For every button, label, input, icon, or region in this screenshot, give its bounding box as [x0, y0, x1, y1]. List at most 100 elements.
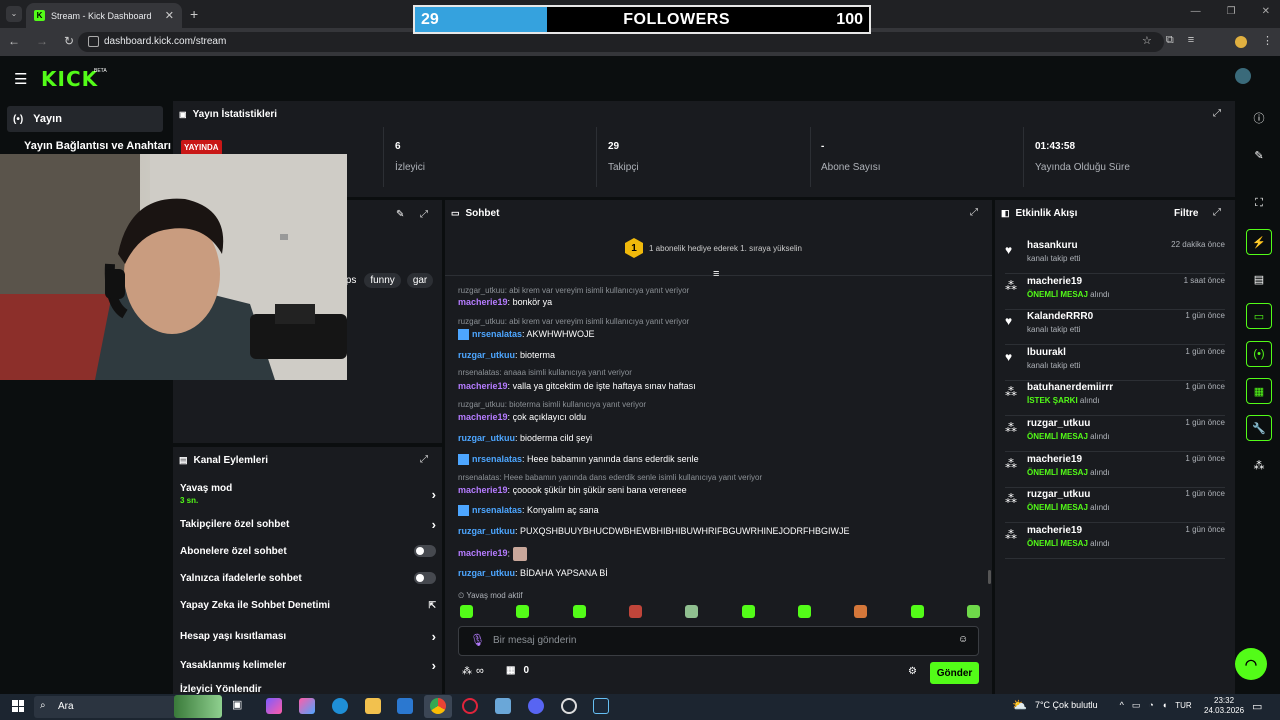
notes-icon[interactable]: ▤: [1246, 266, 1272, 292]
wrench-icon[interactable]: 🔧: [1246, 415, 1272, 441]
chat-username[interactable]: nrsenalatas: [472, 454, 522, 464]
emote-button[interactable]: [741, 605, 755, 618]
account-age-row[interactable]: Hesap yaşı kısıtlaması ›: [180, 629, 436, 644]
close-tab-icon[interactable]: ✕: [165, 9, 174, 22]
activity-item[interactable]: ⁂ ruzgar_utkuu ÖNEMLİ MESAJ alındı 1 gün ön…: [1005, 487, 1225, 524]
activity-item[interactable]: ⁂ batuhanerdemiirrr İSTEK ŞARKI alındı 1 gü…: [1005, 380, 1225, 417]
tray-chevron-icon[interactable]: ^: [1120, 700, 1124, 710]
broadcast-icon[interactable]: (•): [1246, 341, 1272, 367]
expand-icon[interactable]: ⤢: [1213, 108, 1221, 119]
activity-item[interactable]: ♥ hasankuru kanalı takip etti 22 dakika önc…: [1005, 238, 1225, 274]
expand-icon[interactable]: ⤢: [420, 209, 428, 220]
reading-list-icon[interactable]: ≡: [1188, 34, 1194, 47]
back-icon[interactable]: ←: [8, 34, 20, 48]
chat-icon[interactable]: ▭: [1246, 303, 1272, 329]
reload-icon[interactable]: ↻: [64, 34, 74, 48]
copilot-icon[interactable]: [266, 698, 282, 714]
extensions-icon[interactable]: ⧉: [1166, 34, 1174, 47]
edit-icon[interactable]: ✎: [396, 209, 404, 220]
expand-icon[interactable]: ⤢: [420, 454, 428, 465]
chat-username[interactable]: macherie19: [458, 297, 508, 307]
browser-menu-icon[interactable]: ⋮: [1262, 34, 1273, 47]
language-indicator[interactable]: TUR: [1175, 701, 1191, 710]
lightning-icon[interactable]: ⚡: [1246, 229, 1272, 255]
info-icon[interactable]: ⓘ: [1246, 105, 1272, 131]
chat-username[interactable]: macherie19: [458, 381, 508, 391]
emotes-only-toggle[interactable]: [414, 572, 436, 584]
emote-button[interactable]: [797, 605, 811, 618]
points-icon[interactable]: ⁂: [1246, 452, 1272, 478]
chat-username[interactable]: ruzgar_utkuu: [458, 433, 515, 443]
tab-search-button[interactable]: ⌄: [6, 6, 22, 22]
activity-item[interactable]: ⁂ macherie19 ÖNEMLİ MESAJ alındı 1 gün önce: [1005, 523, 1225, 559]
reply-context[interactable]: nrsenalatas: Heee babamın yanında dans e…: [458, 473, 762, 482]
mail-icon[interactable]: [397, 698, 413, 714]
chat-input[interactable]: Bir mesaj gönderin: [458, 626, 979, 656]
chat-username[interactable]: macherie19: [458, 485, 508, 495]
activity-item[interactable]: ⁂ macherie19 ÖNEMLİ MESAJ alındı 1 gün önce: [1005, 452, 1225, 488]
emote-button[interactable]: [628, 605, 642, 618]
ai-moderation-row[interactable]: Yapay Zeka ile Sohbet Denetimi ⇱: [180, 600, 436, 611]
slow-mode-row[interactable]: Yavaş mod 3 sn. ›: [180, 483, 436, 505]
activity-item[interactable]: ⁂ ruzgar_utkuu ÖNEMLİ MESAJ alındı 1 gün ön…: [1005, 416, 1225, 452]
chat-username[interactable]: ruzgar_utkuu: [458, 568, 515, 578]
opera-icon[interactable]: [462, 698, 478, 714]
microphone-icon[interactable]: 🎙: [470, 633, 485, 647]
discord-icon[interactable]: [528, 698, 544, 714]
emote-button[interactable]: [572, 605, 586, 618]
emote-button[interactable]: [910, 605, 924, 618]
steam-icon[interactable]: [593, 698, 609, 714]
volume-icon[interactable]: ◖: [1162, 700, 1167, 710]
app-icon[interactable]: [299, 698, 315, 714]
clip-icon[interactable]: ⛶: [1246, 190, 1272, 216]
filter-button[interactable]: Filtre: [1174, 208, 1198, 219]
reply-context[interactable]: nrsenalatas: anaaa isimli kullanıcıya ya…: [458, 368, 632, 377]
emote-button[interactable]: [460, 605, 473, 618]
followers-only-row[interactable]: Takipçilere özel sohbet ›: [180, 517, 436, 532]
notification-icon[interactable]: ▭: [1252, 700, 1262, 713]
taskbar-clock[interactable]: 23:32 24.03.2026: [1204, 696, 1244, 716]
reply-context[interactable]: ruzgar_utkuu: abi krem var vereyim isiml…: [458, 317, 689, 326]
hamburger-menu-icon[interactable]: ☰: [14, 70, 27, 88]
expand-icon[interactable]: ⤢: [970, 207, 978, 218]
tag[interactable]: gar: [406, 273, 434, 288]
tag[interactable]: funny: [364, 273, 401, 288]
activity-item[interactable]: ♥ KalandeRRR0 kanalı takip etti 1 gün önce: [1005, 309, 1225, 346]
windows-start-icon[interactable]: [12, 700, 24, 712]
chat-username[interactable]: nrsenalatas: [472, 505, 522, 515]
network-icon[interactable]: ▭: [1132, 700, 1141, 711]
task-view-icon[interactable]: ▣: [232, 698, 248, 714]
chat-username[interactable]: macherie19: [458, 412, 508, 422]
pinned-toggle-icon[interactable]: ≡: [713, 268, 719, 280]
edge-icon[interactable]: [332, 698, 348, 714]
chat-username[interactable]: nrsenalatas: [472, 329, 522, 339]
activity-item[interactable]: ♥ lbuurakl kanalı takip etti 1 gün önce: [1005, 345, 1225, 381]
expand-icon[interactable]: ⤢: [1213, 207, 1221, 218]
gift-count[interactable]: ▦ 0: [506, 665, 529, 676]
emote-button[interactable]: [854, 605, 868, 618]
redirect-viewers-row[interactable]: İzleyici Yönlendir: [180, 684, 436, 694]
wifi-icon[interactable]: ◔: [1148, 700, 1153, 710]
mod-panel-icon[interactable]: ▦: [1246, 378, 1272, 404]
chat-username[interactable]: macherie19: [458, 548, 508, 558]
subscribers-only-toggle[interactable]: [414, 545, 436, 557]
site-info-icon[interactable]: [88, 36, 99, 47]
support-headset-icon[interactable]: ◠: [1235, 648, 1267, 680]
chat-scrollbar[interactable]: [988, 570, 991, 584]
emote-button[interactable]: [516, 605, 530, 618]
bookmark-star-icon[interactable]: ☆: [1142, 34, 1152, 47]
activity-item[interactable]: ⁂ macherie19 ÖNEMLİ MESAJ alındı 1 saat önc…: [1005, 274, 1225, 310]
edit-icon[interactable]: ✎: [1246, 142, 1272, 168]
app-icon[interactable]: [495, 698, 511, 714]
obs-icon[interactable]: [561, 698, 577, 714]
banned-words-row[interactable]: Yasaklanmış kelimeler ›: [180, 658, 436, 673]
chrome-icon[interactable]: [430, 698, 446, 714]
emote-button[interactable]: [685, 605, 699, 618]
minimize-icon[interactable]: —: [1191, 6, 1201, 17]
channel-points[interactable]: ⁂ ∞: [462, 665, 484, 677]
sidebar-item-yayin[interactable]: (•) Yayın: [7, 106, 163, 132]
user-avatar[interactable]: [1235, 68, 1251, 84]
emoji-picker-icon[interactable]: ☺: [958, 634, 968, 645]
chat-settings-icon[interactable]: ⚙: [908, 666, 917, 677]
forward-icon[interactable]: →: [36, 34, 48, 48]
